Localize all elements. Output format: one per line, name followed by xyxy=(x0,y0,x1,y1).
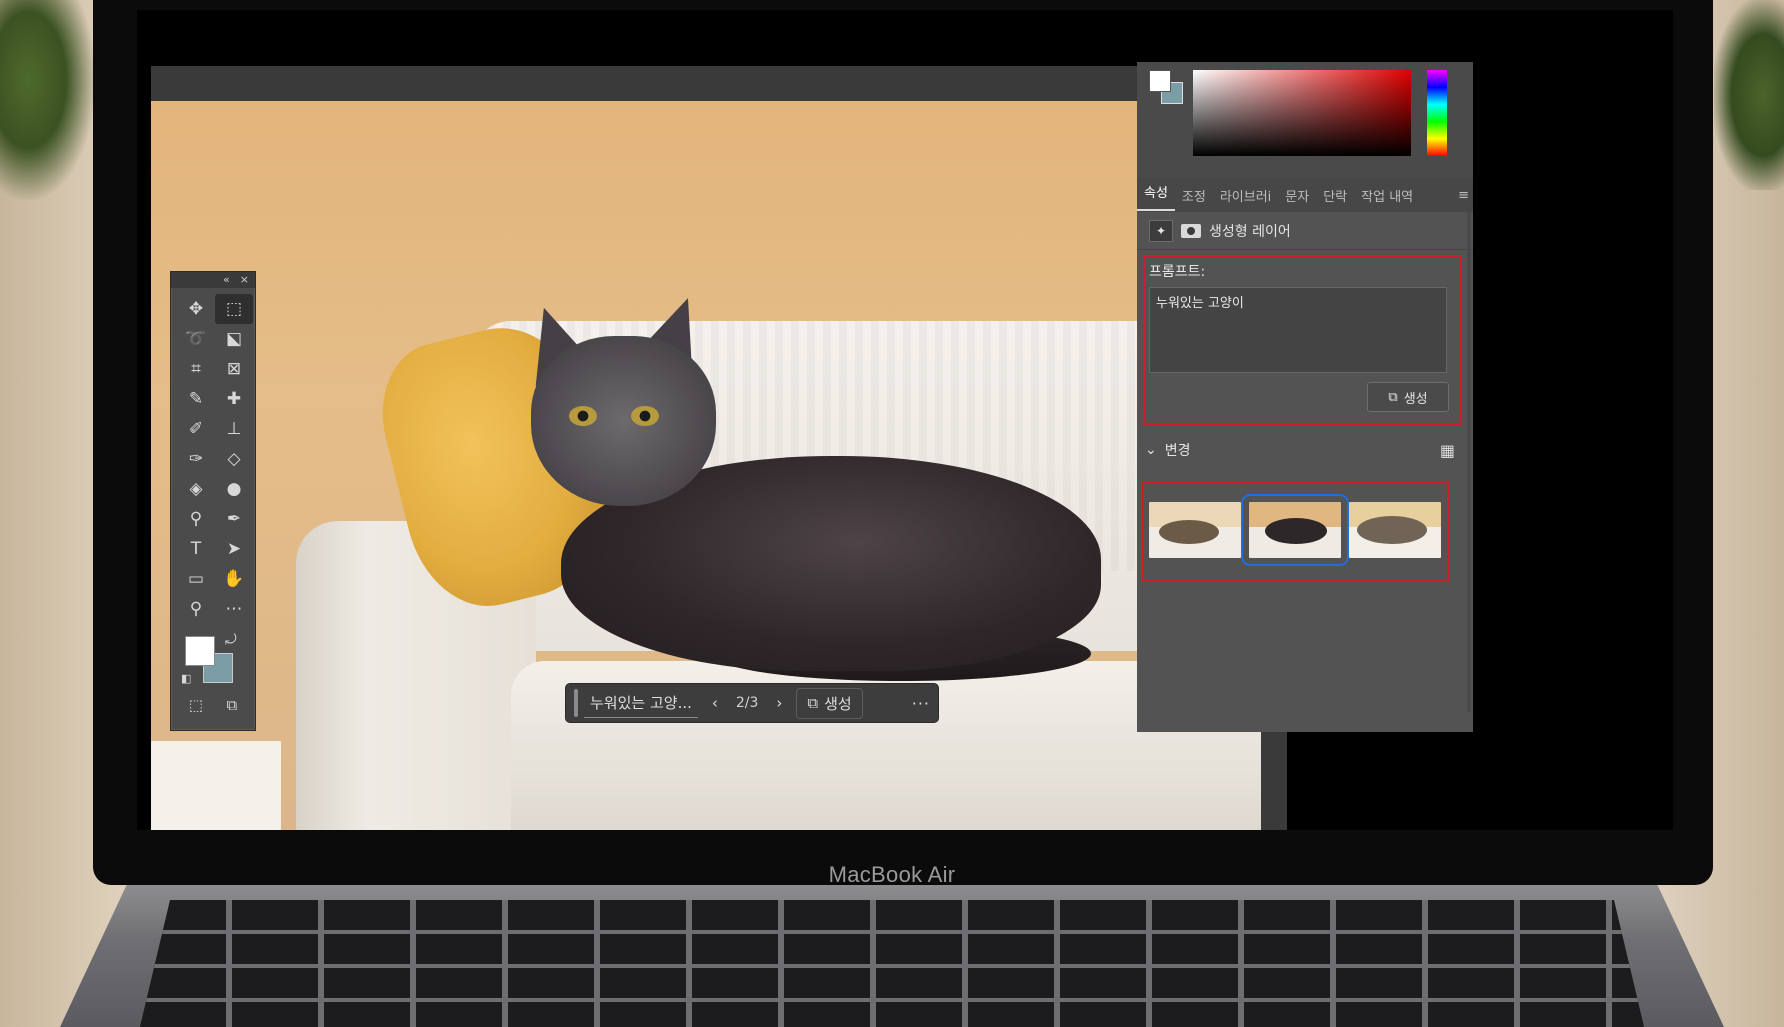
generate-icon: ⧉ xyxy=(1388,389,1398,405)
marquee-tool-icon[interactable]: ⬚ xyxy=(215,294,253,324)
panel-tabs: 속성 조정 라이브러i 문자 단락 작업 내역 ≡ xyxy=(1137,178,1473,212)
plant-left xyxy=(0,0,95,200)
tab-adjustments[interactable]: 조정 xyxy=(1175,186,1213,205)
zoom-tool-icon[interactable]: ⚲ xyxy=(177,594,215,624)
variations-label: 변경 xyxy=(1164,443,1191,459)
prev-variation-icon[interactable]: ‹ xyxy=(704,694,726,712)
generative-layer-icon: ✦ xyxy=(1149,219,1173,242)
variation-thumbnail-1[interactable] xyxy=(1149,502,1241,558)
layer-row: ✦ 생성형 레이어 xyxy=(1137,212,1473,250)
cat-eye-right xyxy=(631,406,659,426)
tools-panel: « × ✥ ⬚ ➰ ⬕ ⌗ ⊠ ✎ ✚ ✐ ⊥ ✑ ◇ ◈ ● ⚲ ✒ T ➤ … xyxy=(170,271,256,731)
mask-icon xyxy=(1181,223,1201,238)
prompt-label: 프롬프트: xyxy=(1149,264,1206,280)
screen-mode-icon[interactable]: ⧉ xyxy=(227,696,238,714)
clone-stamp-icon[interactable]: ⊥ xyxy=(215,414,253,444)
right-panel: 속성 조정 라이브러i 문자 단락 작업 내역 ≡ ✦ 생성형 레이어 프롬프트… xyxy=(1137,62,1473,732)
rectangle-tool-icon[interactable]: ▭ xyxy=(177,564,215,594)
tools-header: « × xyxy=(171,272,255,288)
tab-history[interactable]: 작업 내역 xyxy=(1354,186,1420,205)
variation-counter: 2/3 xyxy=(735,695,759,711)
dodge-tool-icon[interactable]: ⚲ xyxy=(177,504,215,534)
swap-colors-icon[interactable]: ⤾ xyxy=(225,632,237,648)
blur-tool-icon[interactable]: ● xyxy=(215,474,253,504)
layer-name: 생성형 레이어 xyxy=(1209,223,1291,240)
generate-button[interactable]: ⧉ 생성 xyxy=(1367,382,1449,412)
paint-bucket-icon[interactable]: ◈ xyxy=(177,474,215,504)
hand-tool-icon[interactable]: ✋ xyxy=(215,564,253,594)
cat-head xyxy=(531,336,716,506)
tab-character[interactable]: 문자 xyxy=(1278,186,1316,205)
hue-slider[interactable] xyxy=(1427,70,1447,156)
tab-paragraph[interactable]: 단락 xyxy=(1316,186,1354,205)
panel-foreground-swatch[interactable] xyxy=(1149,70,1171,92)
prompt-section: 프롬프트: 누워있는 고양이 ⧉ 생성 xyxy=(1143,255,1461,425)
tab-libraries[interactable]: 라이브러i xyxy=(1213,186,1278,205)
image-canvas[interactable]: « × ✥ ⬚ ➰ ⬕ ⌗ ⊠ ✎ ✚ ✐ ⊥ ✑ ◇ ◈ ● ⚲ ✒ T ➤ … xyxy=(151,101,1261,830)
contextual-taskbar: 누워있는 고양... ‹ 2/3 › ⧉ 생성 ··· xyxy=(565,683,939,723)
taskbar-generate-button[interactable]: ⧉ 생성 xyxy=(796,687,863,719)
generate-label: 생성 xyxy=(1403,391,1428,407)
brush-tool-icon[interactable]: ✐ xyxy=(177,414,215,444)
variations-list xyxy=(1141,482,1449,582)
eyedropper-tool-icon[interactable]: ✎ xyxy=(177,384,215,414)
chevron-down-icon[interactable]: ⌄ xyxy=(1145,442,1157,458)
panel-menu-icon[interactable]: ≡ xyxy=(1458,188,1473,203)
frame-tool-icon[interactable]: ⊠ xyxy=(215,354,253,384)
plant-right xyxy=(1714,0,1784,190)
type-tool-icon[interactable]: T xyxy=(177,534,215,564)
generate-icon: ⧉ xyxy=(807,694,819,712)
more-tools-icon[interactable]: ⋯ xyxy=(215,594,253,624)
color-field[interactable] xyxy=(1193,70,1411,156)
variations-header: ⌄ 변경 ▦ xyxy=(1145,440,1455,460)
pen-tool-icon[interactable]: ✒ xyxy=(215,504,253,534)
next-variation-icon[interactable]: › xyxy=(768,694,790,712)
keyboard-rows xyxy=(140,900,1644,1027)
prompt-input[interactable]: 누워있는 고양이 xyxy=(1149,287,1447,373)
more-options-icon[interactable]: ··· xyxy=(912,694,930,713)
foreground-color-swatch[interactable] xyxy=(185,636,215,666)
taskbar-generate-label: 생성 xyxy=(824,694,852,713)
path-select-icon[interactable]: ➤ xyxy=(215,534,253,564)
crop-tool-icon[interactable]: ⌗ xyxy=(177,354,215,384)
healing-brush-icon[interactable]: ✚ xyxy=(215,384,253,414)
eraser-tool-icon[interactable]: ◇ xyxy=(215,444,253,474)
grid-view-icon[interactable]: ▦ xyxy=(1440,441,1455,460)
tools-bottom-row: ⬚ ⧉ xyxy=(171,694,255,716)
panel-scrollbar[interactable] xyxy=(1467,212,1471,712)
document-work-area: « × ✥ ⬚ ➰ ⬕ ⌗ ⊠ ✎ ✚ ✐ ⊥ ✑ ◇ ◈ ● ⚲ ✒ T ➤ … xyxy=(151,66,1287,830)
default-colors-icon[interactable]: ◧ xyxy=(181,672,191,685)
close-icon[interactable]: × xyxy=(240,272,249,288)
taskbar-grip[interactable] xyxy=(574,689,578,717)
cat-eye-left xyxy=(569,406,597,426)
screen: « × ✥ ⬚ ➰ ⬕ ⌗ ⊠ ✎ ✚ ✐ ⊥ ✑ ◇ ◈ ● ⚲ ✒ T ➤ … xyxy=(137,10,1673,830)
tools-grid: ✥ ⬚ ➰ ⬕ ⌗ ⊠ ✎ ✚ ✐ ⊥ ✑ ◇ ◈ ● ⚲ ✒ T ➤ ▭ ✋ … xyxy=(171,288,255,624)
history-brush-icon[interactable]: ✑ xyxy=(177,444,215,474)
move-tool-icon[interactable]: ✥ xyxy=(177,294,215,324)
sofa-base xyxy=(151,741,281,830)
taskbar-prompt[interactable]: 누워있는 고양... xyxy=(584,689,698,718)
lasso-tool-icon[interactable]: ➰ xyxy=(177,324,215,354)
collapse-icon[interactable]: « xyxy=(223,272,230,288)
color-picker xyxy=(1137,62,1473,178)
color-swatches: ⤾ ◧ xyxy=(171,628,255,694)
tab-properties[interactable]: 속성 xyxy=(1137,179,1175,211)
variation-thumbnail-3[interactable] xyxy=(1349,502,1441,558)
quick-mask-icon[interactable]: ⬚ xyxy=(189,696,203,714)
variation-thumbnail-2[interactable] xyxy=(1241,494,1349,566)
laptop-brand-label: MacBook Air xyxy=(828,862,956,887)
object-select-tool-icon[interactable]: ⬕ xyxy=(215,324,253,354)
